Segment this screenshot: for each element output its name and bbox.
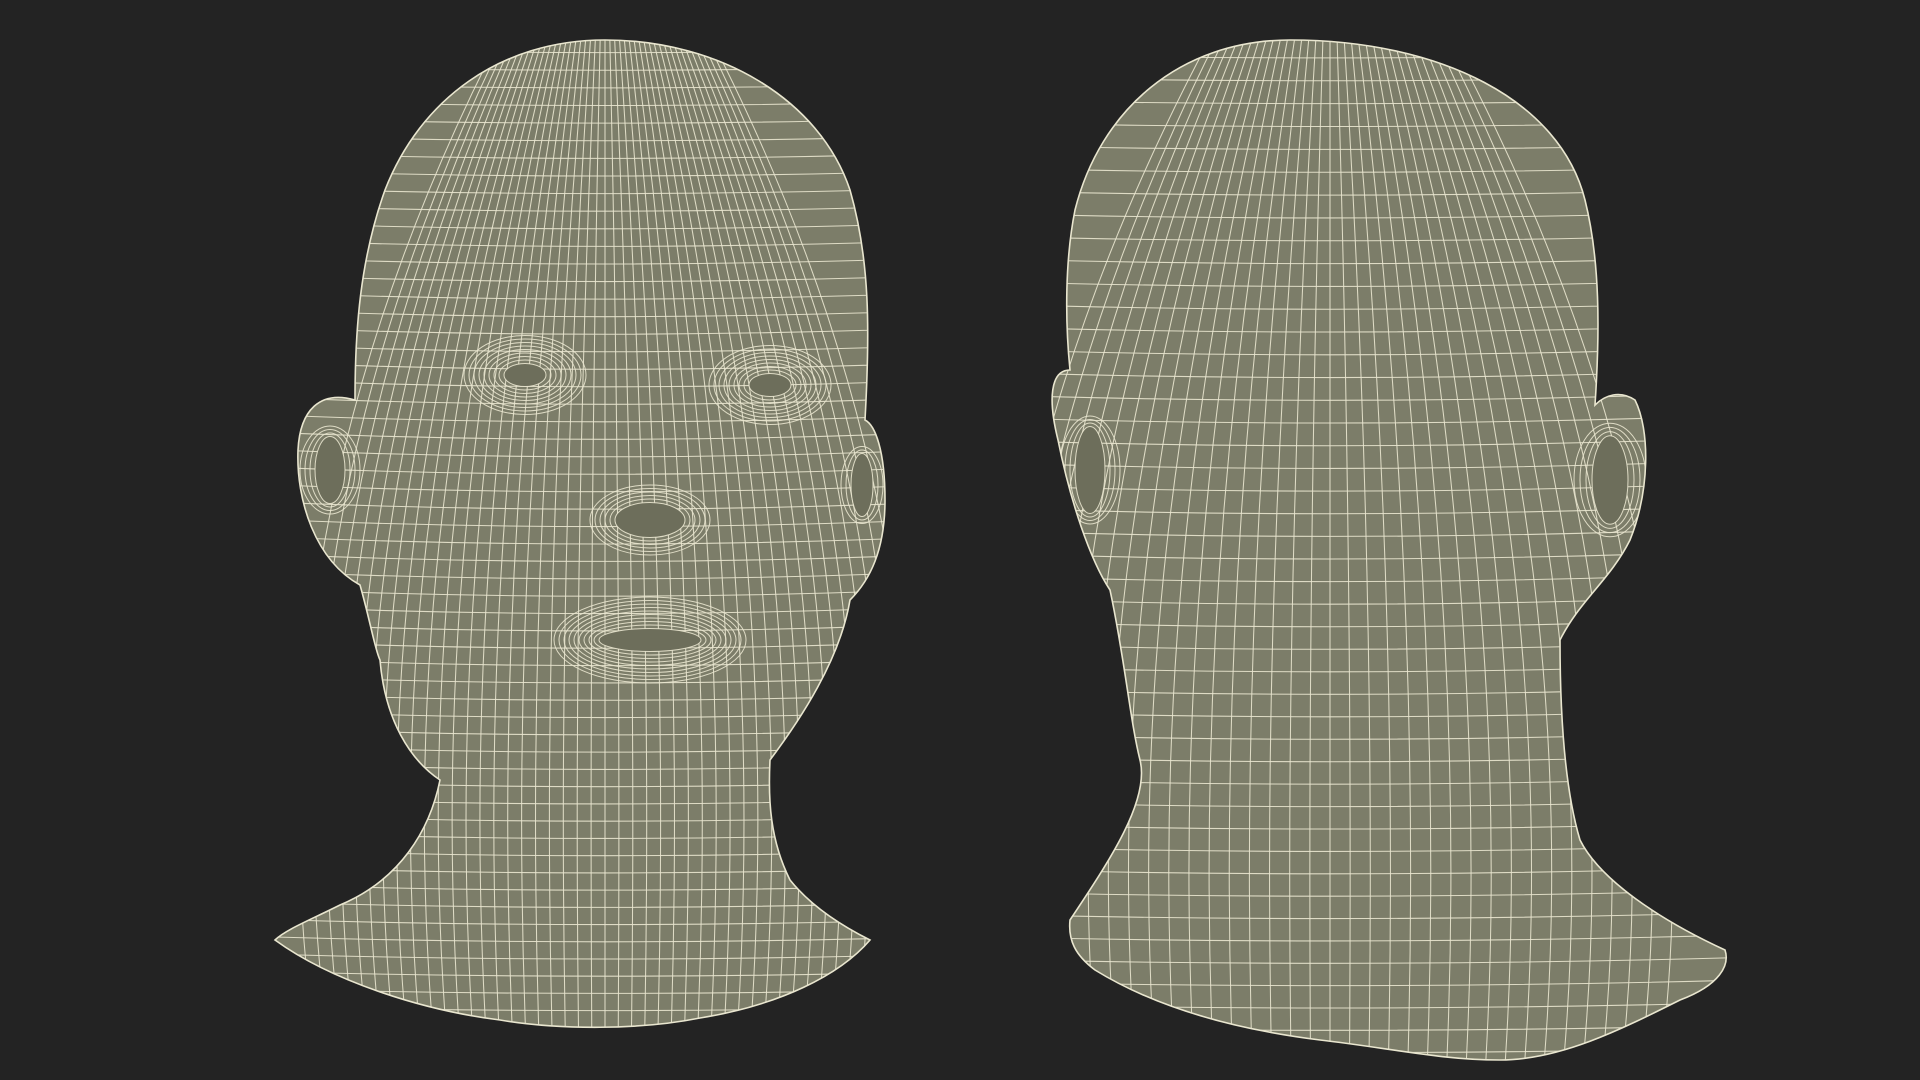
back-horizontal-edge (1052, 1046, 1727, 1054)
front-horizontal-edge (228, 30, 982, 35)
back-head-surface (1051, 39, 1727, 1061)
left-eye-ring (503, 363, 547, 387)
left-ear-ring (314, 436, 346, 504)
front-horizontal-edge (228, 1040, 982, 1045)
back-horizontal-edge (901, 1070, 1759, 1075)
nose-ring (614, 502, 686, 538)
back-right-ear-ring (1591, 435, 1629, 525)
wireframe-scene (228, 30, 1759, 1075)
mouth-ring (598, 628, 702, 652)
right-ear-ring (850, 453, 874, 517)
back-left-ear-ring (1074, 426, 1106, 514)
right-eye-ring (748, 373, 792, 397)
back-head-model (901, 30, 1759, 1075)
back-horizontal-edge (901, 30, 1759, 35)
front-head-model (228, 30, 982, 1045)
render-viewport (0, 0, 1920, 1080)
